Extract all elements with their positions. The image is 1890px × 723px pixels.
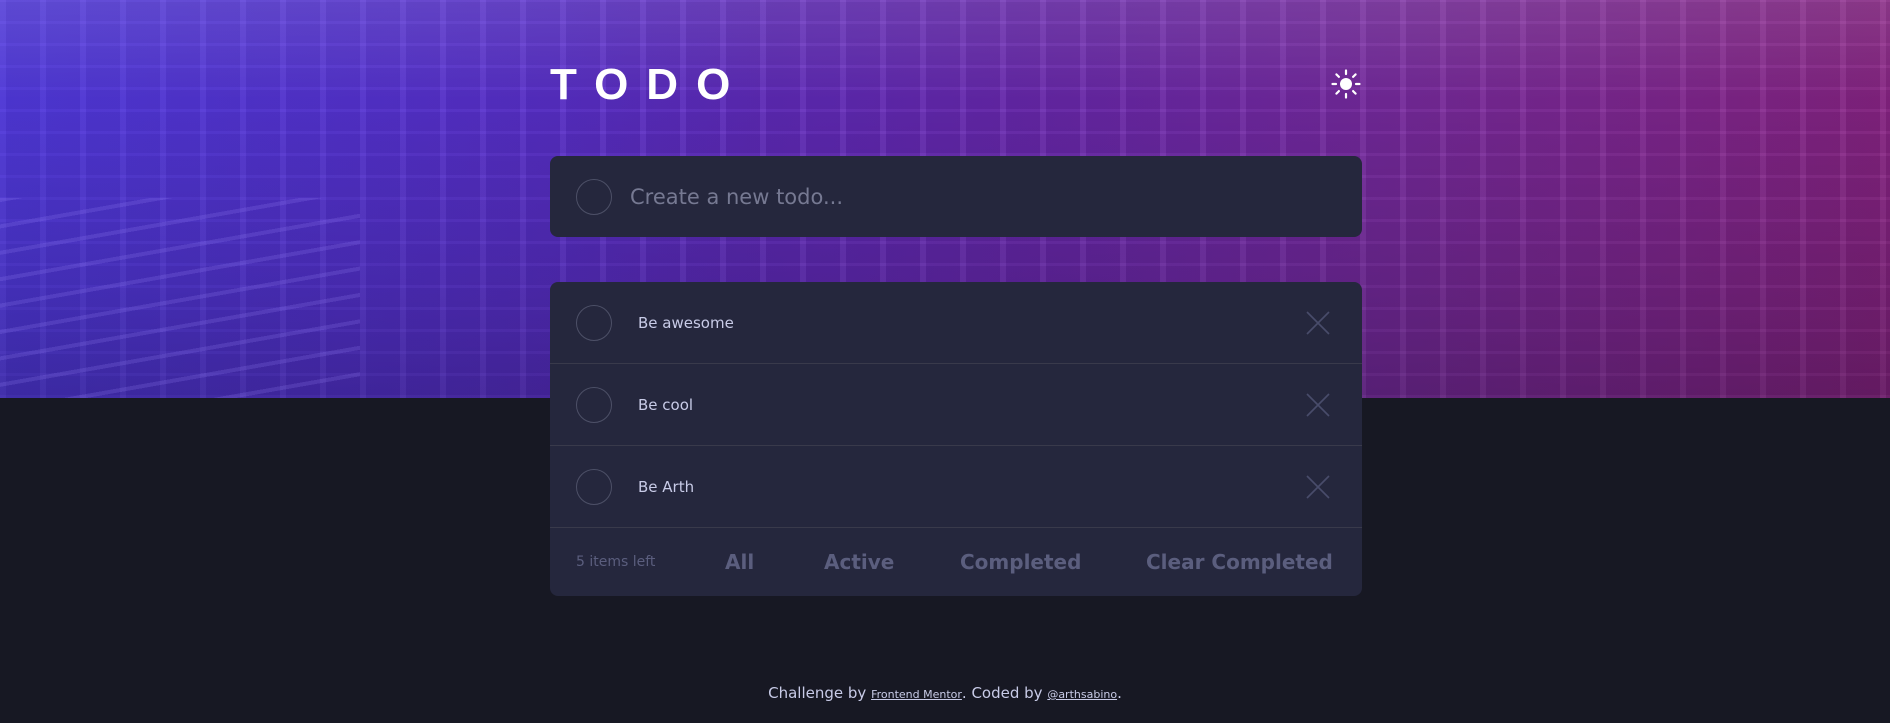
todo-check-circle[interactable] bbox=[576, 386, 612, 423]
filter-all[interactable]: All bbox=[725, 550, 754, 574]
attribution-middle: . Coded by bbox=[961, 684, 1048, 702]
author-link[interactable]: @arthsabino bbox=[1047, 688, 1117, 701]
todo-text: Be cool bbox=[638, 395, 694, 414]
todo-check-circle[interactable] bbox=[576, 468, 612, 505]
close-icon bbox=[1306, 475, 1330, 499]
todo-item[interactable]: Be Arth bbox=[550, 446, 1362, 528]
todo-check-circle[interactable] bbox=[576, 304, 612, 341]
page-title: TODO bbox=[550, 60, 749, 109]
todo-item[interactable]: Be cool bbox=[550, 364, 1362, 446]
delete-todo-button[interactable] bbox=[1306, 393, 1330, 417]
attribution-suffix: . bbox=[1117, 684, 1122, 702]
close-icon bbox=[1306, 311, 1330, 335]
todo-footer: 5 items left All Active Completed Clear … bbox=[550, 528, 1362, 596]
sun-icon bbox=[1331, 69, 1361, 99]
header: TODO bbox=[550, 60, 1362, 110]
filter-completed[interactable]: Completed bbox=[960, 550, 1081, 574]
delete-todo-button[interactable] bbox=[1306, 311, 1330, 335]
new-todo-check-circle[interactable] bbox=[576, 178, 612, 215]
frontend-mentor-link[interactable]: Frontend Mentor bbox=[871, 688, 962, 701]
items-left-count: 5 items left bbox=[576, 554, 656, 570]
close-icon bbox=[1306, 393, 1330, 417]
attribution-prefix: Challenge by bbox=[768, 684, 872, 702]
attribution: Challenge by Frontend Mentor. Coded by @… bbox=[0, 684, 1890, 702]
delete-todo-button[interactable] bbox=[1306, 475, 1330, 499]
todo-text: Be awesome bbox=[638, 313, 734, 332]
filter-active[interactable]: Active bbox=[824, 550, 894, 574]
todo-item[interactable]: Be awesome bbox=[550, 282, 1362, 364]
new-todo-input[interactable] bbox=[630, 184, 1270, 209]
todo-text: Be Arth bbox=[638, 477, 695, 496]
todo-list: Be awesome Be cool Be Arth 5 items left … bbox=[550, 282, 1362, 596]
theme-toggle-button[interactable] bbox=[1330, 68, 1362, 100]
new-todo-bar bbox=[550, 156, 1362, 237]
clear-completed-button[interactable]: Clear Completed bbox=[1146, 550, 1333, 574]
